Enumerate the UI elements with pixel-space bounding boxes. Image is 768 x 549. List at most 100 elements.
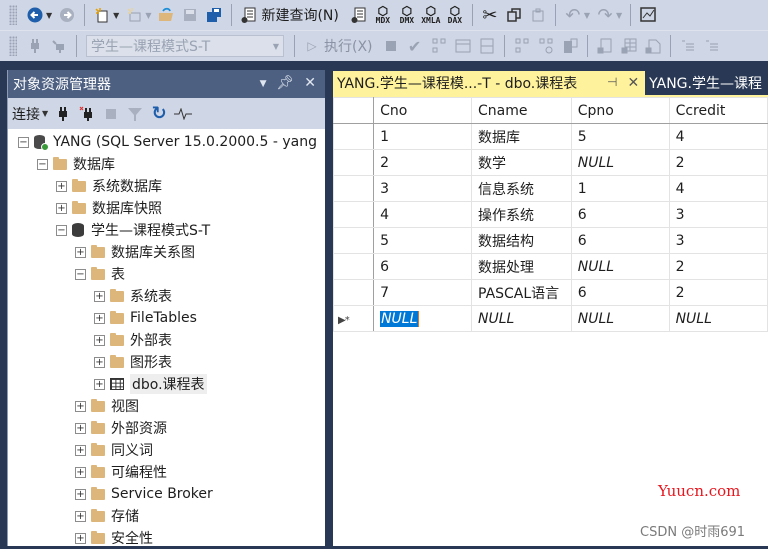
results-to-text-icon-2[interactable]	[595, 35, 615, 57]
comment-out-icon[interactable]	[678, 35, 698, 57]
back-dropdown[interactable]: ▼	[46, 11, 52, 20]
new-query-icon[interactable]	[239, 4, 259, 26]
expand-icon[interactable]: +	[75, 400, 86, 412]
database-engine-query-icon[interactable]	[349, 4, 369, 26]
paste-icon[interactable]	[528, 4, 548, 26]
toolbar-grip[interactable]	[9, 36, 17, 56]
column-header[interactable]: Cno	[373, 97, 473, 124]
results-to-text-icon[interactable]	[477, 35, 497, 57]
pin-tab-icon[interactable]: ⊣	[607, 75, 617, 91]
grid-cell[interactable]: 5	[373, 227, 473, 254]
grid-cell[interactable]: 4	[668, 123, 768, 150]
tree-node[interactable]: + 外部资源	[8, 417, 325, 439]
display-plan-icon[interactable]	[429, 35, 449, 57]
grid-cell[interactable]: NULL	[668, 305, 768, 332]
expand-icon[interactable]: +	[75, 246, 86, 258]
tree-node[interactable]: − 学生—课程模式S-T	[8, 219, 325, 241]
collapse-icon[interactable]: −	[75, 268, 86, 280]
grid-cell[interactable]: 信息系统	[471, 175, 572, 202]
column-header[interactable]: Cname	[471, 97, 572, 124]
results-to-grid-icon[interactable]	[453, 35, 473, 57]
redo-dropdown[interactable]: ▼	[616, 11, 622, 20]
refresh-icon[interactable]: ↻	[149, 103, 169, 125]
tree-node[interactable]: + 视图	[8, 395, 325, 417]
expand-icon[interactable]: +	[75, 466, 86, 478]
expand-icon[interactable]: +	[94, 356, 105, 368]
column-header[interactable]: Cpno	[570, 97, 670, 124]
connect-icon[interactable]	[25, 35, 45, 57]
row-header-new[interactable]: ▶*	[332, 305, 375, 332]
expand-icon[interactable]: +	[75, 532, 86, 544]
forward-icon[interactable]	[57, 4, 77, 26]
tab-table-editor-inactive[interactable]: YANG.学生—课程	[645, 71, 768, 95]
tree-node[interactable]: + 数据库关系图	[8, 241, 325, 263]
undo-dropdown[interactable]: ▼	[584, 11, 590, 20]
expand-icon[interactable]: +	[56, 202, 67, 214]
grid-cell[interactable]: 2	[668, 149, 768, 176]
grid-cell[interactable]: 4	[668, 175, 768, 202]
grid-cell[interactable]: 数据结构	[471, 227, 572, 254]
cut-icon[interactable]: ✂	[480, 4, 500, 26]
row-header[interactable]	[332, 175, 375, 202]
connect-object-explorer-icon[interactable]	[53, 103, 73, 125]
redo-icon[interactable]: ↷	[595, 4, 615, 26]
grid-cell[interactable]: 6	[570, 279, 670, 306]
row-header[interactable]	[332, 201, 375, 228]
tree-node[interactable]: + 系统表	[8, 285, 325, 307]
expand-icon[interactable]: +	[94, 312, 105, 324]
tree-node[interactable]: + 可编程性	[8, 461, 325, 483]
row-header[interactable]	[332, 279, 375, 306]
grid-cell[interactable]: NULL	[570, 305, 670, 332]
grid-cell[interactable]: NULL	[570, 149, 670, 176]
stop-icon[interactable]	[101, 103, 121, 125]
tree-node[interactable]: + dbo.课程表	[8, 373, 325, 395]
uncomment-icon[interactable]	[702, 35, 722, 57]
grid-cell[interactable]: 数学	[471, 149, 572, 176]
grid-cell[interactable]: 3	[668, 201, 768, 228]
pin-icon[interactable]: 📌︎	[276, 75, 294, 93]
grid-cell[interactable]: 2	[668, 253, 768, 280]
toolbar-grip[interactable]	[9, 5, 17, 25]
grid-cell[interactable]: 6	[570, 201, 670, 228]
results-to-file-icon[interactable]	[643, 35, 663, 57]
parse-icon[interactable]: ✔	[405, 35, 425, 57]
grid-cell[interactable]: 4	[373, 201, 473, 228]
new-query-button[interactable]: 新建查询(N)	[261, 5, 338, 25]
new-project-icon[interactable]	[92, 4, 112, 26]
mdx-query-icon[interactable]: ⬡ MDX	[373, 4, 393, 26]
collapse-icon[interactable]: −	[18, 136, 29, 148]
activity-monitor-icon[interactable]	[638, 4, 658, 26]
undo-icon[interactable]: ↶	[563, 4, 583, 26]
grid-cell[interactable]: 6	[570, 227, 670, 254]
grid-cell[interactable]: 1	[570, 175, 670, 202]
results-to-grid-icon-2[interactable]	[619, 35, 639, 57]
query-options-icon[interactable]	[512, 35, 532, 57]
execute-button[interactable]: 执行(X)	[324, 36, 373, 56]
cancel-query-icon[interactable]	[381, 35, 401, 57]
new-project-dropdown[interactable]: ▼	[113, 11, 119, 20]
grid-cell[interactable]: 1	[373, 123, 473, 150]
row-header[interactable]	[332, 253, 375, 280]
grid-cell[interactable]: 7	[373, 279, 473, 306]
execute-icon[interactable]: ▷	[302, 35, 322, 57]
intellisense-icon[interactable]	[536, 35, 556, 57]
copy-icon[interactable]	[504, 4, 524, 26]
grid-cell[interactable]: 数据库	[471, 123, 572, 150]
expand-icon[interactable]: +	[94, 290, 105, 302]
grid-cell[interactable]: PASCAL语言	[471, 279, 572, 306]
new-file-dropdown[interactable]: ▼	[145, 11, 151, 20]
grid-cell[interactable]: 5	[570, 123, 670, 150]
column-header[interactable]: Ccredit	[668, 97, 768, 124]
back-icon[interactable]	[25, 4, 45, 26]
expand-icon[interactable]: +	[75, 422, 86, 434]
connect-button[interactable]: 连接	[12, 104, 40, 124]
grid-cell[interactable]: 2	[373, 149, 473, 176]
expand-icon[interactable]: +	[56, 180, 67, 192]
change-connection-icon[interactable]	[49, 35, 69, 57]
new-file-icon[interactable]	[124, 4, 144, 26]
dmx-query-icon[interactable]: ⬡ DMX	[397, 4, 417, 26]
include-actual-plan-icon[interactable]	[560, 35, 580, 57]
close-tab-icon[interactable]: ✕	[627, 75, 639, 91]
save-all-icon[interactable]	[204, 4, 224, 26]
grid-cell[interactable]: 3	[373, 175, 473, 202]
